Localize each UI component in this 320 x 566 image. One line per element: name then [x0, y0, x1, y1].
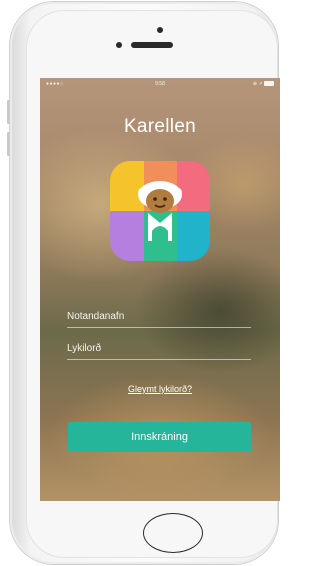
battery-icon: [264, 81, 274, 87]
app-screen: ●●●●○ 9:58 ⊕ ↗ Karellen Notandanafn Gley…: [40, 78, 280, 501]
volume-button-lower: [7, 132, 10, 156]
status-bar: ●●●●○ 9:58 ⊕ ↗: [40, 78, 280, 90]
status-icons: ⊕ ↗: [252, 81, 263, 87]
status-right: ⊕ ↗: [253, 81, 274, 87]
volume-button: [7, 100, 10, 124]
proximity-sensor-icon: [116, 42, 122, 48]
app-title: Karellen: [123, 116, 197, 137]
username-field[interactable]: [67, 305, 251, 328]
front-camera-icon: [157, 27, 163, 33]
password-field[interactable]: [67, 337, 251, 360]
app-logo-icon: [110, 161, 210, 261]
login-button[interactable]: Innskráning: [68, 422, 251, 452]
status-time: 9:58: [155, 81, 165, 87]
home-button[interactable]: [143, 513, 203, 553]
username-input[interactable]: [67, 305, 251, 327]
forgot-password-link[interactable]: Gleymt lykilorð?: [40, 384, 280, 394]
speaker-grille: [131, 42, 173, 48]
password-input[interactable]: [67, 337, 251, 359]
